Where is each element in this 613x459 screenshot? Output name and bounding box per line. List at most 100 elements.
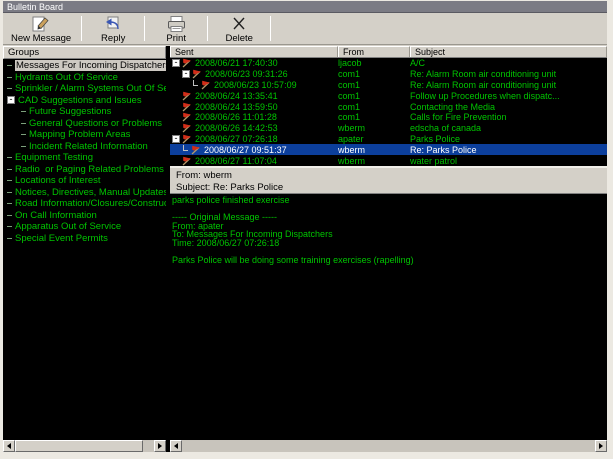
from-cell: wberm <box>338 156 410 166</box>
group-label: Hydrants Out Of Service <box>15 72 118 83</box>
preview-from-label: From: <box>176 170 203 181</box>
message-row[interactable]: -2008/06/23 09:31:26com1Re: Alarm Room a… <box>170 69 607 80</box>
message-row[interactable]: 2008/06/27 09:51:37wbermRe: Parks Police <box>170 144 607 155</box>
message-row[interactable]: 2008/06/27 11:07:04wbermwater patrol <box>170 155 607 166</box>
group-item[interactable]: Apparatus Out of Service <box>3 221 166 233</box>
expand-toggle[interactable]: - <box>7 96 15 104</box>
group-label: Incident Related Information <box>29 141 148 152</box>
print-icon <box>165 15 187 33</box>
print-button[interactable]: Print <box>147 13 205 44</box>
groups-panel: Groups Messages For Incoming Dispatchers… <box>3 46 170 452</box>
column-header-from[interactable]: From <box>338 46 410 57</box>
title-bar[interactable]: Bulletin Board <box>3 1 607 13</box>
group-item[interactable]: Road Information/Closures/Construction <box>3 198 166 210</box>
preview-subject-value: Re: Parks Police <box>213 182 283 193</box>
message-row[interactable]: -2008/06/27 07:26:18apaterParks Police <box>170 134 607 145</box>
from-cell: com1 <box>338 112 410 122</box>
subject-cell: Re: Alarm Room air conditioning unit <box>410 69 607 79</box>
sent-cell: 2008/06/26 11:01:28 <box>170 112 338 122</box>
scroll-thumb[interactable] <box>15 440 143 452</box>
tree-line <box>7 192 12 193</box>
flag-icon <box>190 145 202 155</box>
group-label: On Call Information <box>15 210 97 221</box>
preview-subject-label: Subject: <box>176 182 213 193</box>
message-row[interactable]: 2008/06/26 11:01:28com1Calls for Fire Pr… <box>170 112 607 123</box>
group-item[interactable]: -CAD Suggestions and Issues <box>3 95 166 107</box>
sent-timestamp: 2008/06/26 14:42:53 <box>195 123 278 133</box>
scroll-track[interactable] <box>182 440 595 452</box>
reply-label: Reply <box>101 33 125 44</box>
new-message-label: New Message <box>11 33 71 44</box>
from-cell: com1 <box>338 91 410 101</box>
sent-timestamp: 2008/06/23 09:31:26 <box>205 69 288 79</box>
thread-collapse-toggle[interactable]: - <box>172 59 180 67</box>
sent-cell: 2008/06/27 11:07:04 <box>170 156 338 166</box>
main-area: Groups Messages For Incoming Dispatchers… <box>3 46 607 452</box>
group-item[interactable]: Notices, Directives, Manual Updates <box>3 187 166 199</box>
tree-line <box>7 88 12 89</box>
group-item[interactable]: Locations of Interest <box>3 175 166 187</box>
flag-icon <box>181 91 193 101</box>
sent-timestamp: 2008/06/23 10:57:09 <box>214 80 297 90</box>
toolbar-separator <box>144 16 145 41</box>
tree-line <box>7 238 12 239</box>
group-item[interactable]: Equipment Testing <box>3 152 166 164</box>
tree-line <box>7 215 12 216</box>
column-header-subject[interactable]: Subject <box>410 46 607 57</box>
new-message-button[interactable]: New Message <box>3 13 79 44</box>
group-item[interactable]: Incident Related Information <box>3 141 166 153</box>
sent-cell: 2008/06/27 09:51:37 <box>170 145 338 155</box>
scroll-right-arrow[interactable] <box>154 440 166 452</box>
preview-from-value: wberm <box>203 170 232 181</box>
thread-collapse-toggle[interactable]: - <box>172 135 180 143</box>
subject-cell: Parks Police <box>410 134 607 144</box>
group-item[interactable]: Sprinkler / Alarm Systems Out Of Service <box>3 83 166 95</box>
preview-from-line: From: wberm <box>176 170 607 181</box>
scroll-left-arrow[interactable] <box>3 440 15 452</box>
sent-cell: - 2008/06/27 07:26:18 <box>170 134 338 144</box>
scroll-left-arrow[interactable] <box>170 440 182 452</box>
group-label: Notices, Directives, Manual Updates <box>15 187 166 198</box>
message-row[interactable]: 2008/06/24 13:35:41com1Follow up Procedu… <box>170 90 607 101</box>
message-row[interactable]: 2008/06/24 13:59:50com1Contacting the Me… <box>170 101 607 112</box>
bulletin-board-window: Bulletin Board New Message Repl <box>0 0 613 459</box>
sent-timestamp: 2008/06/27 07:26:18 <box>195 134 278 144</box>
from-cell: com1 <box>338 102 410 112</box>
thread-connector <box>193 80 198 86</box>
flag-icon <box>181 134 193 144</box>
sent-cell: 2008/06/24 13:35:41 <box>170 91 338 101</box>
scroll-track[interactable] <box>143 440 154 452</box>
flag-icon <box>191 69 203 79</box>
group-item[interactable]: Messages For Incoming Dispatchers <box>3 60 166 72</box>
reply-button[interactable]: Reply <box>84 13 142 44</box>
column-header-sent[interactable]: Sent <box>170 46 338 57</box>
scroll-right-arrow[interactable] <box>595 440 607 452</box>
group-item[interactable]: Radio or Paging Related Problems <box>3 164 166 176</box>
group-item[interactable]: Future Suggestions <box>3 106 166 118</box>
tree-line <box>7 203 12 204</box>
message-row[interactable]: 2008/06/23 10:57:09com1Re: Alarm Room ai… <box>170 80 607 91</box>
groups-header: Groups <box>3 46 166 59</box>
subject-cell: Contacting the Media <box>410 102 607 112</box>
new-message-icon <box>30 15 52 33</box>
message-row[interactable]: 2008/06/26 14:42:53wbermedscha of canada <box>170 123 607 134</box>
group-item[interactable]: General Questions or Problems <box>3 118 166 130</box>
group-item[interactable]: Special Event Permits <box>3 233 166 245</box>
delete-button[interactable]: Delete <box>210 13 268 44</box>
message-row[interactable]: -2008/06/21 17:40:30ljacobA/C <box>170 58 607 69</box>
groups-header-label: Groups <box>8 47 39 58</box>
sent-cell: -2008/06/21 17:40:30 <box>170 58 338 68</box>
group-item[interactable]: On Call Information <box>3 210 166 222</box>
subject-cell: water patrol <box>410 156 607 166</box>
thread-collapse-toggle[interactable]: - <box>182 70 190 78</box>
group-label: Mapping Problem Areas <box>29 129 130 140</box>
preview-horizontal-scrollbar[interactable] <box>170 440 607 452</box>
tree-line <box>21 134 26 135</box>
group-item[interactable]: Mapping Problem Areas <box>3 129 166 141</box>
group-item[interactable]: Hydrants Out Of Service <box>3 72 166 84</box>
groups-horizontal-scrollbar[interactable] <box>3 440 166 452</box>
subject-cell: Re: Alarm Room air conditioning unit <box>410 80 607 90</box>
group-label: Road Information/Closures/Construction <box>15 198 166 209</box>
message-body: parks police finished exercise ----- Ori… <box>170 194 607 440</box>
toolbar: New Message Reply <box>3 13 607 45</box>
